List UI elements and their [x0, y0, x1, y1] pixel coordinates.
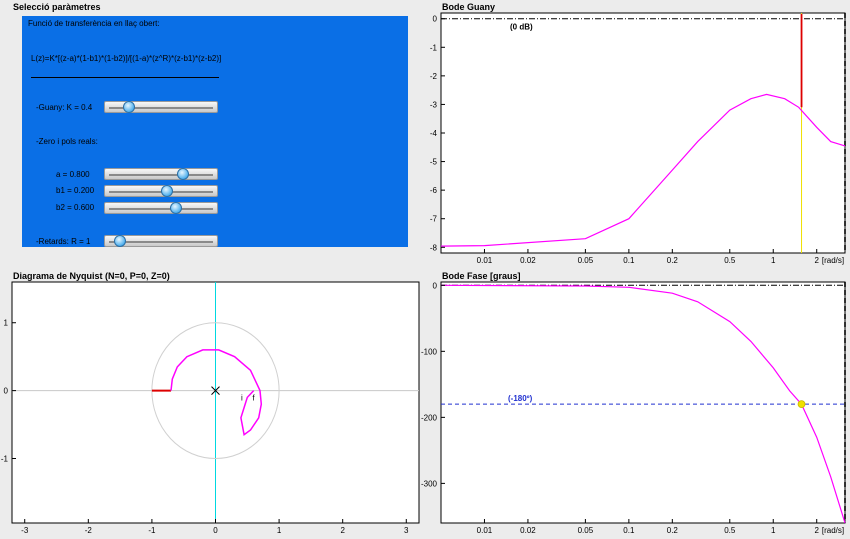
nyquist-x-tick-label: 1: [277, 526, 282, 535]
nyquist-y-tick-label: 1: [4, 319, 9, 328]
gain-y-tick-label: -6: [430, 186, 438, 195]
nyquist-x-tick-label: -3: [21, 526, 29, 535]
nyquist-x-tick-label: 0: [213, 526, 218, 535]
gain-y-tick-label: -1: [430, 43, 438, 52]
gain-y-tick-label: -4: [430, 129, 438, 138]
gain-x-tick-label: 1: [771, 256, 776, 265]
bode-phase-title: Bode Fase [graus]: [442, 271, 521, 281]
phase-x-tick-label: 0.01: [477, 526, 493, 535]
phase-y-tick-label: -200: [421, 413, 438, 422]
phase-x-tick-label: 0.1: [623, 526, 635, 535]
phase-crossover-marker: [797, 400, 806, 409]
phase-unit-label: [rad/s]: [822, 526, 844, 535]
phase-x-tick-label: 0.05: [578, 526, 594, 535]
gain-x-tick-label: 2: [814, 256, 819, 265]
nyquist-start-label: i: [241, 394, 243, 403]
gain-x-tick-label: 0.1: [623, 256, 635, 265]
phase-x-tick-label: 0.5: [724, 526, 736, 535]
nyquist-x-tick-label: 2: [340, 526, 345, 535]
nyquist-title: Diagrama de Nyquist (N=0, P=0, Z=0): [13, 271, 170, 281]
nyquist-x-tick-label: 3: [404, 526, 409, 535]
gain-x-tick-label: 0.01: [477, 256, 493, 265]
bode-gain-frame: [440, 12, 846, 254]
gain-x-tick-label: 0.02: [520, 256, 536, 265]
phase-y-tick-label: -300: [421, 479, 438, 488]
nyquist-y-tick-label: 0: [4, 387, 9, 396]
gain-y-tick-label: -5: [430, 158, 438, 167]
gain-x-tick-label: 0.5: [724, 256, 736, 265]
bode-gain-plot[interactable]: (0 dB) 0 -1 -2 -3 -4 -5 -6 -7 -8 0.01 0.02 0.05 0.1 0.…: [0, 0, 850, 539]
nyquist-x-tick-label: -2: [85, 526, 93, 535]
gain-x-tick-label: 0.2: [667, 256, 679, 265]
gain-y-tick-label: -7: [430, 215, 438, 224]
gain-y-tick-label: -3: [430, 100, 438, 109]
phase-x-tick-label: 1: [771, 526, 776, 535]
phase-x-tick-label: 0.2: [667, 526, 679, 535]
phase-x-tick-label: 2: [814, 526, 819, 535]
nyquist-x-tick-label: -1: [148, 526, 156, 535]
zero-db-label: (0 dB): [510, 23, 533, 32]
gain-y-tick-label: -8: [430, 243, 438, 252]
nyquist-y-tick-label: -1: [1, 455, 9, 464]
phase-x-tick-label: 0.02: [520, 526, 536, 535]
bode-phase-frame: [440, 281, 846, 524]
gain-y-tick-label: 0: [433, 15, 438, 24]
gain-unit-label: [rad/s]: [822, 256, 844, 265]
minus-180-label: (-180º): [508, 394, 533, 403]
gain-x-tick-label: 0.05: [578, 256, 594, 265]
phase-y-tick-label: -100: [421, 347, 438, 356]
gain-y-tick-label: -2: [430, 72, 438, 81]
phase-y-tick-label: 0: [433, 281, 438, 290]
